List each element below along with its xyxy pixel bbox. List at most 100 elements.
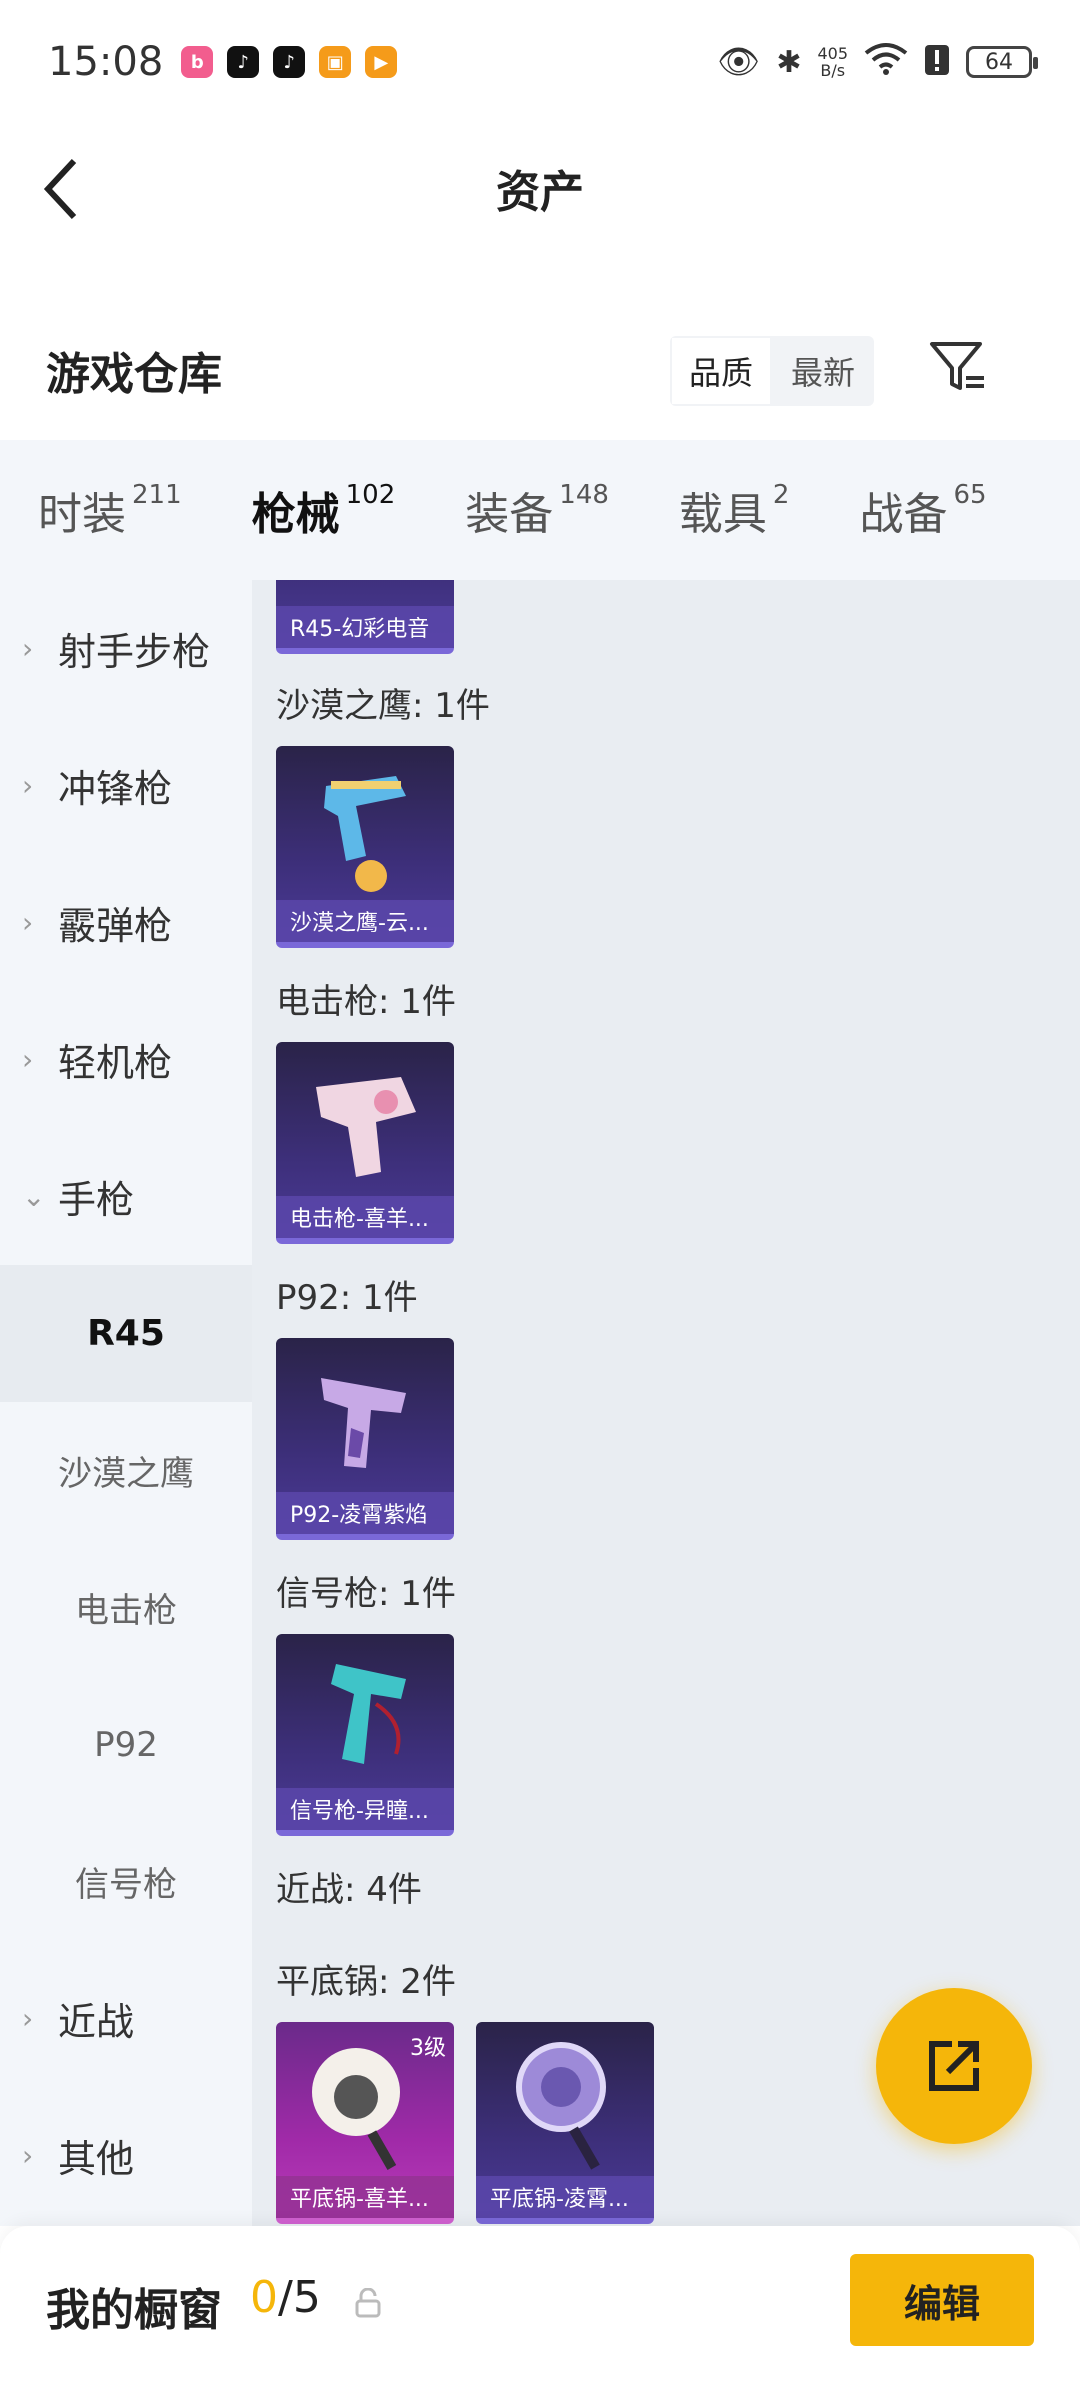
item-card[interactable]: 3级 平底锅-喜羊... <box>276 2022 454 2224</box>
sidebar-item-label: 霰弹枪 <box>58 904 173 948</box>
net-speed-unit: B/s <box>820 61 846 80</box>
section-title: 游戏仓库 <box>46 349 222 400</box>
battery-indicator: 64 <box>966 46 1038 78</box>
chevron-down-icon: ⌄ <box>22 1180 46 1213</box>
tab-supplies[interactable]: 战备 65 <box>859 478 986 542</box>
sidebar-subitem-desert-eagle[interactable]: 沙漠之鹰 <box>0 1402 252 1539</box>
item-card[interactable]: 沙漠之鹰-云... <box>276 746 454 948</box>
edit-button[interactable]: 编辑 <box>850 2254 1034 2346</box>
video-icon: ▶ <box>365 46 398 78</box>
group-label: 近战: 4件 <box>276 1870 422 1910</box>
sidebar-item-other[interactable]: › 其他 <box>0 2087 252 2224</box>
filter-button[interactable] <box>928 336 988 396</box>
item-card-caption: R45-幻彩电音 <box>276 606 454 648</box>
eye-icon: 👁 <box>717 42 761 82</box>
sort-quality-button[interactable]: 品质 <box>670 336 772 406</box>
page-title: 资产 <box>496 167 584 218</box>
tab-count: 211 <box>132 480 182 510</box>
item-card-caption: 信号枪-异瞳... <box>276 1788 454 1830</box>
sidebar-item-label: 近战 <box>58 2000 135 2044</box>
share-fab-button[interactable] <box>876 1988 1032 2144</box>
sort-newest-button[interactable]: 最新 <box>772 336 874 406</box>
tab-label: 载具 <box>678 489 767 540</box>
tab-count: 102 <box>345 480 396 510</box>
item-card-caption: 电击枪-喜羊... <box>276 1196 454 1238</box>
showcase-title: 我的橱窗 <box>46 2285 222 2336</box>
sidebar-item-lmg[interactable]: › 轻机枪 <box>0 991 252 1128</box>
item-card-caption: P92-凌霄紫焰 <box>276 1492 454 1534</box>
tab-count: 2 <box>772 480 790 510</box>
sidebar-item-label: 轻机枪 <box>58 1041 173 1085</box>
item-card[interactable]: 信号枪-异瞳... <box>276 1634 454 1836</box>
gun-art-image <box>331 1664 406 1764</box>
sidebar-subitem-flare-gun[interactable]: 信号枪 <box>0 1813 252 1950</box>
showcase-current: 0 <box>250 2272 278 2323</box>
item-card[interactable]: 电击枪-喜羊... <box>276 1042 454 1244</box>
tab-count: 148 <box>559 480 609 510</box>
bilibili-icon: b <box>181 46 214 78</box>
status-time: 15:08 <box>48 39 164 85</box>
gun-art-image <box>321 1378 406 1468</box>
tab-label: 时装 <box>38 489 126 540</box>
item-level-badge: 3级 <box>410 2036 446 2061</box>
sidebar-subitem-stun-gun[interactable]: 电击枪 <box>0 1539 252 1676</box>
tab-vehicles[interactable]: 载具 2 <box>679 478 790 542</box>
category-tabs: 时装 211 枪械 102 装备 148 载具 2 战备 65 <box>0 440 1080 588</box>
sidebar-subitem-p92[interactable]: P92 <box>0 1676 252 1813</box>
item-card-caption: 沙漠之鹰-云... <box>276 900 454 942</box>
showcase-bar: 我的橱窗 0/5 编辑 <box>0 2226 1080 2382</box>
group-label: 平底锅: 2件 <box>276 1962 456 2002</box>
item-card-caption: 平底锅-凌霄... <box>476 2176 654 2218</box>
item-card[interactable]: 平底锅-凌霄... <box>476 2022 654 2224</box>
chevron-right-icon: › <box>22 769 34 802</box>
chevron-right-icon: › <box>22 906 34 939</box>
showcase-count: 0/5 <box>250 2272 321 2323</box>
external-link-icon <box>929 2041 979 2091</box>
item-card[interactable]: R45-幻彩电音 <box>276 580 454 654</box>
chevron-right-icon: › <box>22 1043 34 1076</box>
chevron-right-icon: › <box>22 2002 34 2035</box>
item-card-caption: 平底锅-喜羊... <box>276 2176 454 2218</box>
sidebar-item-shotgun[interactable]: › 霰弹枪 <box>0 854 252 991</box>
chevron-right-icon: › <box>22 2139 34 2172</box>
alert-icon <box>924 44 950 80</box>
tab-firearms[interactable]: 枪械 102 <box>251 478 396 588</box>
sidebar-item-label: 射手步枪 <box>58 630 211 674</box>
tiktok-icon: ♪ <box>273 46 306 78</box>
bluetooth-icon: ✱ <box>776 44 802 80</box>
group-label: P92: 1件 <box>276 1278 418 1318</box>
sidebar-item-smg[interactable]: › 冲锋枪 <box>0 717 252 854</box>
pan-art-image <box>516 2042 606 2170</box>
warehouse-header: 游戏仓库 品质 最新 <box>0 320 1080 440</box>
top-header: 资产 <box>0 124 1080 254</box>
item-grid: R45-幻彩电音 沙漠之鹰: 1件 沙漠之鹰-云... 电击枪: 1件 电击枪-… <box>252 580 1080 2226</box>
tab-count: 65 <box>953 480 987 510</box>
wifi-icon <box>864 41 908 84</box>
sidebar-item-marksman-rifle[interactable]: › 射手步枪 <box>0 580 252 717</box>
tab-label: 装备 <box>465 489 554 540</box>
game-icon: ▣ <box>319 46 352 78</box>
sidebar-item-label: 其他 <box>58 2137 135 2181</box>
gun-art-image <box>316 1077 416 1177</box>
tab-equipment[interactable]: 装备 148 <box>465 478 609 542</box>
sidebar-item-label: 冲锋枪 <box>58 767 173 811</box>
sidebar-item-melee[interactable]: › 近战 <box>0 1950 252 2087</box>
status-bar: 15:08 b ♪ ♪ ▣ ▶ 👁 ✱ 405 B/s 64 <box>0 0 1080 124</box>
filter-icon <box>930 342 984 390</box>
sidebar-item-pistol[interactable]: ⌄ 手枪 <box>0 1128 252 1265</box>
group-label: 信号枪: 1件 <box>276 1574 456 1614</box>
showcase-total: /5 <box>278 2272 321 2323</box>
tab-label: 枪械 <box>251 489 340 540</box>
item-card[interactable]: P92-凌霄紫焰 <box>276 1338 454 1540</box>
network-speed: 405 B/s <box>817 45 848 79</box>
sidebar-subitem-r45[interactable]: R45 <box>0 1265 252 1402</box>
gun-art-image <box>324 776 406 892</box>
chevron-right-icon: › <box>22 632 34 665</box>
tab-fashion[interactable]: 时装 211 <box>38 478 182 542</box>
tiktok-icon: ♪ <box>227 46 260 78</box>
sidebar-item-label: 手枪 <box>58 1178 135 1222</box>
group-label: 电击枪: 1件 <box>276 982 456 1022</box>
sort-toggle: 品质 最新 <box>670 336 874 406</box>
weapon-category-sidebar: › 射手步枪 › 冲锋枪 › 霰弹枪 › 轻机枪 ⌄ 手枪 R45 沙漠之鹰 电… <box>0 580 252 2226</box>
lock-icon <box>355 2288 381 2318</box>
